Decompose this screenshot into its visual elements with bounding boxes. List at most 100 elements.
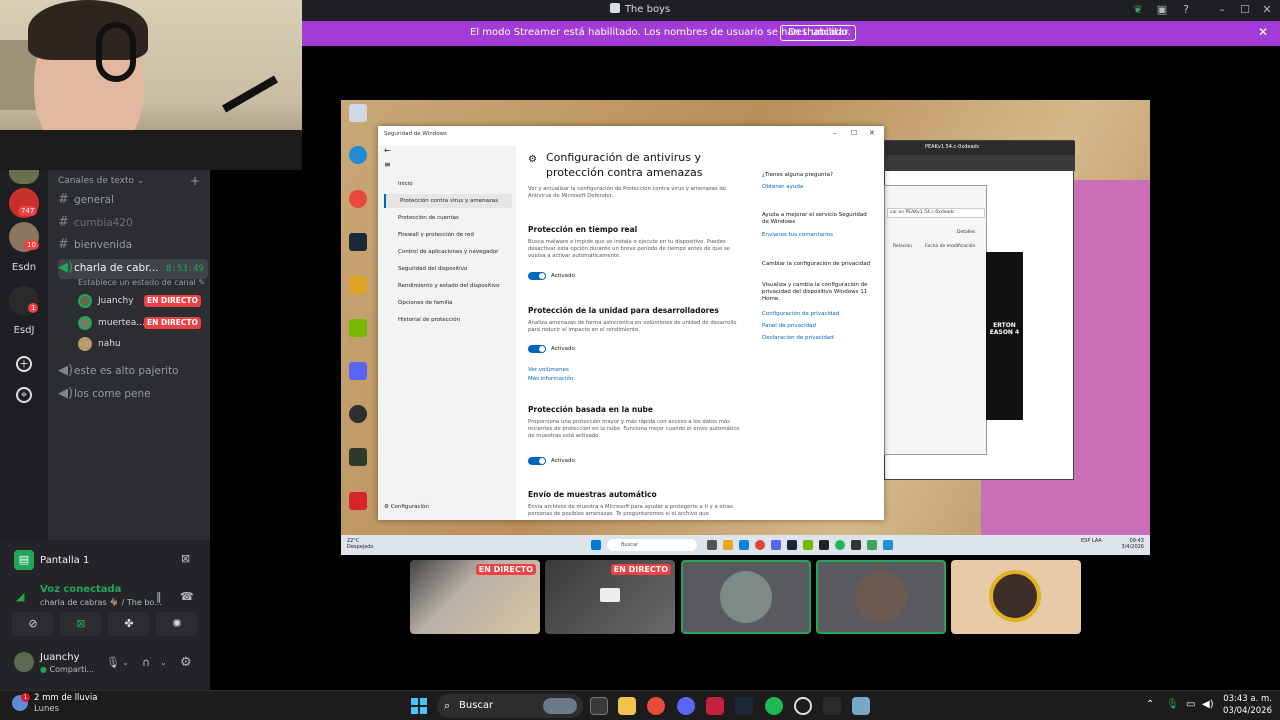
server-esdn[interactable]: Esdn: [6, 262, 42, 273]
inbox-icon[interactable]: ▣: [1154, 3, 1170, 17]
desktop-icon-chrome[interactable]: [346, 190, 370, 208]
app-icon[interactable]: [706, 697, 724, 715]
explorer-search[interactable]: car en PEAKv1.54.c-0xdeadc: [887, 208, 985, 218]
minimize-button[interactable]: –: [833, 129, 837, 137]
task-view-icon[interactable]: [590, 697, 608, 715]
nav-history[interactable]: Historial de protección: [384, 313, 512, 327]
settings-gear-icon[interactable]: ⚙: [180, 655, 192, 670]
taskbar-clock[interactable]: 03:43 a. m. 03/04/2026: [1223, 693, 1272, 717]
channel-bienvenida[interactable]: # bienvenida: [58, 236, 208, 254]
channel-general[interactable]: # general: [58, 191, 208, 209]
user-tile[interactable]: [681, 560, 811, 634]
cloud-toggle[interactable]: [528, 457, 546, 465]
stream-thumbnail[interactable]: EN DIRECTO: [410, 560, 540, 634]
start-button[interactable]: [411, 698, 427, 714]
privacy-statement-link[interactable]: Declaración de privacidad: [762, 335, 872, 342]
nav-inicio[interactable]: Inicio: [384, 177, 512, 191]
network-icon[interactable]: ▭: [1186, 699, 1195, 710]
microphone-icon[interactable]: 🎙︎: [1166, 699, 1179, 710]
nav-device-security[interactable]: Seguridad del dispositivo: [384, 262, 512, 276]
desktop-icon-nvidia[interactable]: [346, 319, 370, 337]
voice-channel[interactable]: ◀)los come pene: [58, 385, 208, 403]
desktop-icon-game[interactable]: [346, 276, 370, 294]
channel-status[interactable]: Establece un estado de canal ✎: [78, 278, 205, 287]
realtime-toggle[interactable]: [528, 272, 546, 280]
camera-off-button[interactable]: ⊘: [12, 612, 54, 636]
desktop-icon-edge[interactable]: [346, 146, 370, 164]
server-esdj[interactable]: EsdJ: [6, 325, 42, 336]
add-channel-icon[interactable]: +: [190, 174, 200, 188]
stop-share-icon[interactable]: ⊠: [181, 552, 190, 565]
menu-icon[interactable]: ≡: [384, 160, 391, 169]
app-icon[interactable]: [852, 697, 870, 715]
tray-chevron-icon[interactable]: ⌃: [1146, 699, 1154, 710]
back-arrow-icon[interactable]: ←: [384, 146, 391, 155]
banner-close-icon[interactable]: ✕: [1258, 25, 1268, 39]
weather-widget[interactable]: 2 mm de lluvia Lunes: [34, 693, 97, 715]
chevron-down-icon[interactable]: ⌄: [122, 658, 129, 667]
disconnect-icon[interactable]: ☎: [180, 590, 194, 603]
help-link[interactable]: Obtener ayuda: [762, 184, 872, 191]
microphone-icon[interactable]: 🎙︎: [106, 656, 120, 669]
steam-icon[interactable]: [735, 697, 753, 715]
voice-user[interactable]: Juanchy: [78, 293, 134, 309]
obs-icon[interactable]: [794, 697, 812, 715]
epic-games-icon[interactable]: [823, 697, 841, 715]
discord-icon[interactable]: [677, 697, 695, 715]
stream-view[interactable]: PEAKv1.54.c-0xdeadc car en PEAKv1.54.c-0…: [341, 100, 1150, 555]
voice-user[interactable]: muertea...: [78, 315, 145, 331]
nav-performance[interactable]: Rendimiento y estado del dispositivo: [384, 279, 512, 293]
explore-icon[interactable]: ⌖: [16, 387, 32, 403]
chevron-down-icon[interactable]: ⌄: [160, 658, 167, 667]
devdrive-toggle[interactable]: [528, 345, 546, 353]
taskbar-search[interactable]: ⌕ Buscar: [437, 694, 583, 718]
voice-user[interactable]: nahu: [78, 336, 121, 352]
maximize-button[interactable]: ☐: [1237, 3, 1253, 17]
nav-account-protection[interactable]: Protección de cuentas: [384, 211, 512, 225]
stream-thumbnail[interactable]: EN DIRECTO: [545, 560, 675, 634]
voice-channel[interactable]: ◀)este es alto pajerito: [58, 362, 208, 380]
desktop-icon-recycle[interactable]: [346, 104, 370, 122]
feedback-link[interactable]: Envíanos tus comentarios: [762, 232, 872, 239]
channel-cumbia420[interactable]: # cumbia420: [58, 214, 208, 232]
view-volumes-link[interactable]: Ver volúmenes: [528, 367, 569, 373]
chrome-icon[interactable]: [647, 697, 665, 715]
server-icon[interactable]: [9, 170, 39, 184]
nav-app-control[interactable]: Control de aplicaciones y navegador: [384, 245, 512, 259]
desktop-icon-steam[interactable]: [346, 233, 370, 251]
headphones-icon[interactable]: ∩: [142, 656, 150, 669]
desktop-icon-epic[interactable]: [346, 492, 370, 510]
file-explorer-window[interactable]: car en PEAKv1.54.c-0xdeadc Detalles Rela…: [884, 185, 987, 455]
disable-streamer-button[interactable]: Deshabilitar: [780, 25, 857, 41]
desktop-icon-app[interactable]: [346, 448, 370, 466]
nav-virus-protection[interactable]: Protección contra virus y amenazas: [384, 194, 512, 208]
privacy-dashboard-link[interactable]: Panel de privacidad: [762, 323, 872, 330]
noise-suppression-icon[interactable]: ‖: [156, 590, 162, 603]
windows-security-window[interactable]: Seguridad de Windows – ☐ ✕ ← ≡ Inicio Pr…: [378, 126, 884, 520]
close-button[interactable]: ✕: [1259, 3, 1275, 17]
voice-channel-label[interactable]: charla de cabras 🐐 / The bo...: [40, 598, 162, 607]
volume-icon[interactable]: ◀): [1202, 699, 1214, 710]
close-button[interactable]: ✕: [869, 129, 875, 137]
help-icon[interactable]: ?: [1178, 3, 1194, 17]
user-tile[interactable]: [951, 560, 1081, 634]
add-server-icon[interactable]: +: [16, 356, 32, 372]
voice-connected-label[interactable]: Voz conectada: [40, 584, 121, 595]
nav-firewall[interactable]: Firewall y protección de red: [384, 228, 512, 242]
spotify-icon[interactable]: [765, 697, 783, 715]
file-explorer-icon[interactable]: [618, 697, 636, 715]
soundboard-button[interactable]: ✺: [156, 612, 198, 636]
desktop-icon-discord[interactable]: [346, 362, 370, 380]
category-header[interactable]: Canales de texto ⌄: [58, 176, 144, 186]
desktop-icon-obs[interactable]: [346, 405, 370, 423]
minimize-button[interactable]: –: [1214, 3, 1230, 17]
maximize-button[interactable]: ☐: [851, 129, 857, 137]
user-tile[interactable]: [816, 560, 946, 634]
more-info-link[interactable]: Más información: [528, 376, 573, 382]
activities-button[interactable]: ✤: [108, 612, 150, 636]
nav-family[interactable]: Opciones de familia: [384, 296, 512, 310]
privacy-settings-link[interactable]: Configuración de privacidad: [762, 311, 872, 318]
screen-share-button[interactable]: ⊠: [60, 612, 102, 636]
nitro-icon[interactable]: ❦: [1130, 3, 1146, 17]
nav-settings[interactable]: ⚙ Configuración: [384, 504, 429, 510]
